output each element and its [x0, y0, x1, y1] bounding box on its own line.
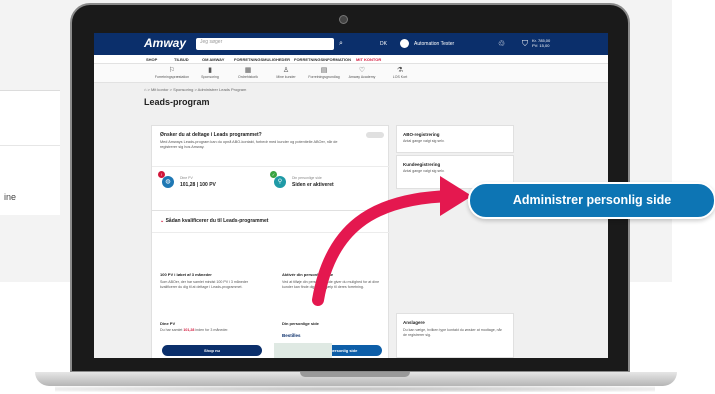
manage-personal-page-callout-button[interactable]: Administrer personlig side [468, 182, 715, 219]
